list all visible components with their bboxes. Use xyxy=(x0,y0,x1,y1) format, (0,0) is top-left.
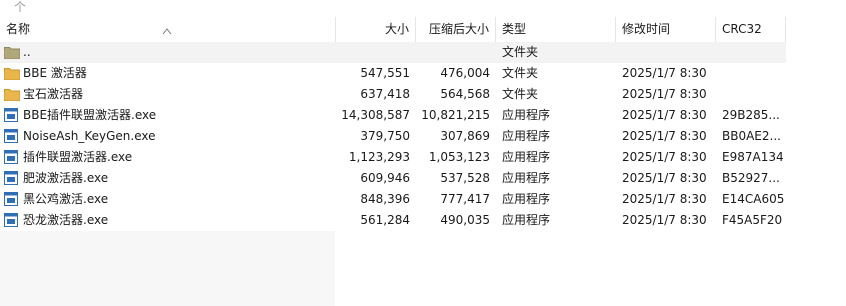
exe-icon xyxy=(4,213,20,227)
table-row[interactable]: NoiseAsh_KeyGen.exe 379,750 307,869 应用程序… xyxy=(0,126,786,147)
column-header-type[interactable]: 类型 xyxy=(496,17,616,42)
name-cell: BBE 激活器 xyxy=(0,63,335,84)
crc-cell xyxy=(716,42,786,63)
folder-icon xyxy=(4,66,20,80)
exe-icon xyxy=(4,192,20,206)
table-row[interactable]: 恐龙激活器.exe 561,284 490,035 应用程序 2025/1/7 … xyxy=(0,210,786,231)
packed-size-cell: 1,053,123 xyxy=(428,150,490,164)
crc-cell xyxy=(716,63,786,84)
up-arrow-glyph[interactable]: 个 xyxy=(14,0,26,15)
modified-cell: 2025/1/7 8:30 xyxy=(622,129,707,143)
type-cell: 文件夹 xyxy=(502,66,539,80)
type-cell: 文件夹 xyxy=(502,87,539,101)
packed-size-cell: 537,528 xyxy=(440,171,490,185)
size-cell: 14,308,587 xyxy=(341,108,410,122)
packed-size-cell: 777,417 xyxy=(440,192,490,206)
type-cell: 应用程序 xyxy=(502,129,551,143)
file-name: .. xyxy=(23,45,31,59)
name-cell: .. xyxy=(0,42,335,63)
file-name: 黑公鸡激活.exe xyxy=(23,192,109,206)
column-header-crc32-label: CRC32 xyxy=(722,22,762,36)
modified-cell xyxy=(616,42,716,63)
column-header-modified[interactable]: 修改时间 xyxy=(616,17,716,42)
crc-cell: E987A134 xyxy=(722,150,784,164)
type-cell: 应用程序 xyxy=(502,171,551,185)
name-cell: 插件联盟激活器.exe xyxy=(0,147,335,168)
column-header-size[interactable]: 大小 xyxy=(336,17,416,42)
table-row[interactable]: 肥波激活器.exe 609,946 537,528 应用程序 2025/1/7 … xyxy=(0,168,786,189)
crc-cell: E14CA605 xyxy=(722,192,785,206)
table-row[interactable]: 插件联盟激活器.exe 1,123,293 1,053,123 应用程序 202… xyxy=(0,147,786,168)
name-cell: 恐龙激活器.exe xyxy=(0,210,335,231)
table-row[interactable]: .. 文件夹 xyxy=(0,42,786,63)
modified-cell: 2025/1/7 8:30 xyxy=(622,150,707,164)
modified-cell: 2025/1/7 8:30 xyxy=(622,108,707,122)
size-cell xyxy=(336,42,416,63)
table-row[interactable]: BBE 激活器 547,551 476,004 文件夹 2025/1/7 8:3… xyxy=(0,63,786,84)
packed-size-cell: 307,869 xyxy=(440,129,490,143)
size-cell: 1,123,293 xyxy=(348,150,410,164)
column-header-type-label: 类型 xyxy=(502,22,527,36)
name-cell: 黑公鸡激活.exe xyxy=(0,189,335,210)
crc-cell: F45A5F20 xyxy=(722,213,783,227)
name-cell: BBE插件联盟激活器.exe xyxy=(0,105,335,126)
table-row[interactable]: 宝石激活器 637,418 564,568 文件夹 2025/1/7 8:30 xyxy=(0,84,786,105)
modified-cell: 2025/1/7 8:30 xyxy=(622,87,707,101)
modified-cell: 2025/1/7 8:30 xyxy=(622,66,707,80)
file-name: 恐龙激活器.exe xyxy=(23,213,109,227)
file-name: 插件联盟激活器.exe xyxy=(23,150,133,164)
table-row[interactable]: BBE插件联盟激活器.exe 14,308,587 10,821,215 应用程… xyxy=(0,105,786,126)
empty-list-area xyxy=(0,231,335,306)
sort-ascending-icon xyxy=(162,28,172,35)
packed-size-cell: 564,568 xyxy=(440,87,490,101)
modified-cell: 2025/1/7 8:30 xyxy=(622,192,707,206)
file-name: 宝石激活器 xyxy=(23,87,84,101)
size-cell: 561,284 xyxy=(360,213,410,227)
packed-size-cell: 476,004 xyxy=(440,66,490,80)
column-header-crc32[interactable]: CRC32 xyxy=(716,17,786,42)
column-header: 名称 大小 压缩后大小 类型 修改时间 CRC32 xyxy=(0,17,786,43)
name-cell: 宝石激活器 xyxy=(0,84,335,105)
exe-icon xyxy=(4,150,20,164)
column-header-name-label: 名称 xyxy=(6,22,31,36)
packed-size-cell: 490,035 xyxy=(440,213,490,227)
crc-cell: 29B285... xyxy=(722,108,780,122)
exe-icon xyxy=(4,171,20,185)
size-cell: 637,418 xyxy=(360,87,410,101)
crc-cell: B52927... xyxy=(722,171,780,185)
crc-cell xyxy=(716,84,786,105)
name-cell: NoiseAsh_KeyGen.exe xyxy=(0,126,335,147)
exe-icon xyxy=(4,129,20,143)
packed-size-cell: 10,821,215 xyxy=(421,108,490,122)
column-header-packed-size-label: 压缩后大小 xyxy=(428,22,489,36)
type-cell: 应用程序 xyxy=(502,150,551,164)
table-row[interactable]: 黑公鸡激活.exe 848,396 777,417 应用程序 2025/1/7 … xyxy=(0,189,786,210)
toolbar-strip: 个 xyxy=(0,0,846,16)
size-cell: 379,750 xyxy=(360,129,410,143)
packed-size-cell xyxy=(416,42,496,63)
type-cell: 文件夹 xyxy=(502,45,539,59)
name-cell: 肥波激活器.exe xyxy=(0,168,335,189)
folder-icon xyxy=(4,87,20,101)
file-name: BBE插件联盟激活器.exe xyxy=(23,108,157,122)
column-header-packed-size[interactable]: 压缩后大小 xyxy=(416,17,496,42)
file-name: BBE 激活器 xyxy=(23,66,87,80)
size-cell: 609,946 xyxy=(360,171,410,185)
modified-cell: 2025/1/7 8:30 xyxy=(622,171,707,185)
size-cell: 848,396 xyxy=(360,192,410,206)
column-header-modified-label: 修改时间 xyxy=(622,22,671,36)
crc-cell: BB0AE2... xyxy=(722,129,781,143)
type-cell: 应用程序 xyxy=(502,108,551,122)
type-cell: 应用程序 xyxy=(502,213,551,227)
column-header-size-label: 大小 xyxy=(384,22,409,36)
type-cell: 应用程序 xyxy=(502,192,551,206)
file-name: NoiseAsh_KeyGen.exe xyxy=(23,129,156,143)
exe-icon xyxy=(4,108,20,122)
modified-cell: 2025/1/7 8:30 xyxy=(622,213,707,227)
file-name: 肥波激活器.exe xyxy=(23,171,109,185)
size-cell: 547,551 xyxy=(360,66,410,80)
folder-up-icon xyxy=(4,45,20,59)
